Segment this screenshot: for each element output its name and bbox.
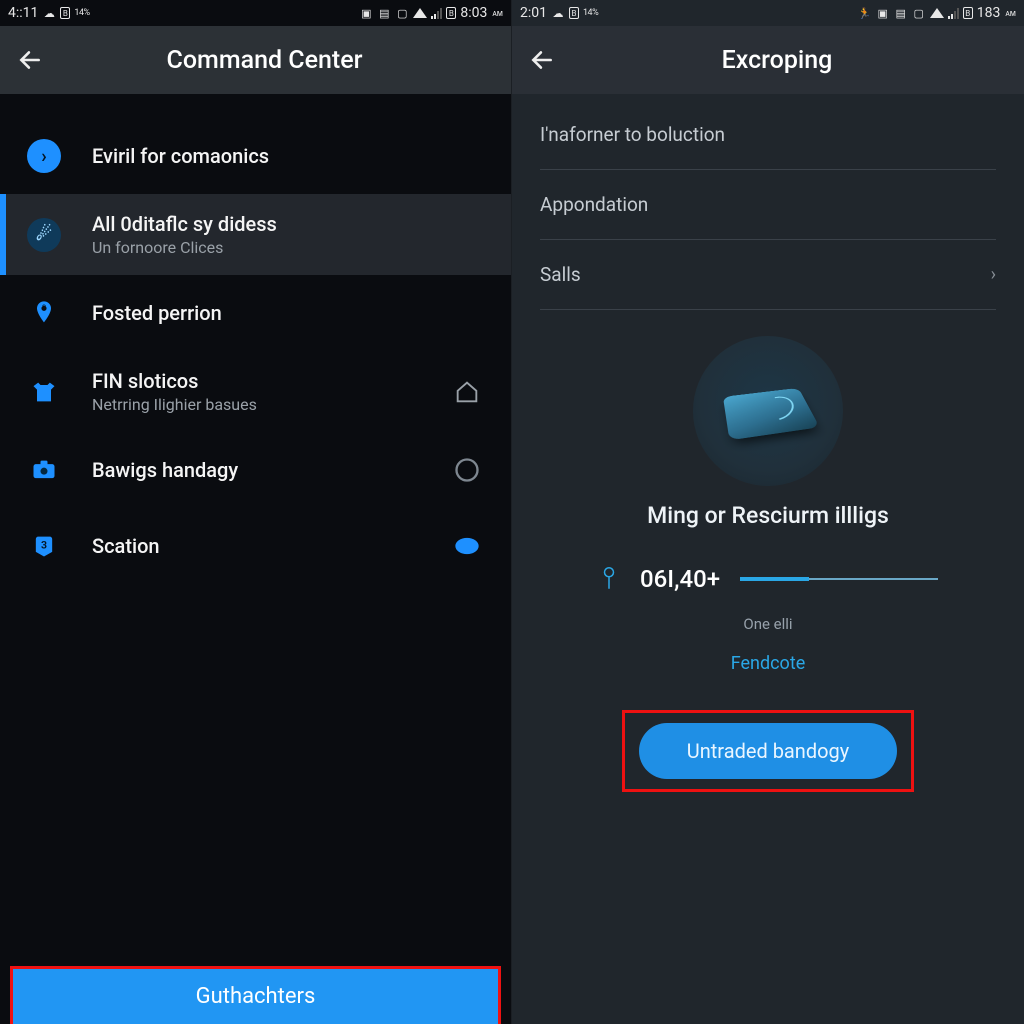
- slider-value: 06I,40+: [640, 565, 720, 593]
- menu-label: Eviril for comaonics: [92, 144, 487, 168]
- menu-item-evril[interactable]: › Eviril for comaonics: [0, 118, 511, 194]
- status-right-time: 183: [977, 5, 1001, 21]
- menu-label: FIN sloticos: [92, 369, 419, 393]
- page-title: Command Center: [74, 46, 455, 75]
- status-ampm: ᴀᴍ: [1005, 8, 1016, 19]
- wifi-icon: [413, 8, 427, 18]
- camera-icon: [24, 450, 64, 490]
- cta-highlight-box: Untraded bandogy: [622, 710, 914, 792]
- status-bar-right: 2:01 ☁ B 14% 🏃 ▣ ▤ ▢ B 183 ᴀᴍ: [512, 0, 1024, 26]
- status-right-cluster: 🏃 ▣ ▤ ▢ B 183 ᴀᴍ: [858, 5, 1016, 21]
- setting-label: Appondation: [540, 193, 996, 216]
- phone-left: 4::11 ☁ B 14% ▣ ▤ ▢ B 8:03 ᴀᴍ Command Cen…: [0, 0, 512, 1024]
- status-right-time: 8:03: [460, 5, 487, 21]
- cast-icon: ▣: [359, 6, 373, 20]
- nfc-icon: ▤: [377, 6, 391, 20]
- setting-row-inaforner[interactable]: I'naforner to boluction: [540, 100, 996, 170]
- back-arrow-icon: [529, 47, 555, 73]
- cta-label: Untraded bandogy: [687, 739, 849, 763]
- radio-off-icon[interactable]: [447, 456, 487, 484]
- wifi-icon: [930, 8, 944, 18]
- battery-icon: B: [963, 7, 973, 19]
- menu-label: Fosted perrion: [92, 301, 487, 325]
- page-title: Excroping: [586, 46, 968, 75]
- signal-icon: [431, 7, 442, 19]
- setting-label: I'naforner to boluction: [540, 123, 996, 146]
- cloud-icon: ☁: [42, 6, 56, 20]
- header-right: Excroping: [512, 26, 1024, 94]
- link-fendcote[interactable]: Fendcote: [731, 653, 806, 674]
- menu-sublabel: Netrring Ilighier basues: [92, 395, 419, 414]
- back-arrow-icon: [17, 47, 43, 73]
- menu-item-all-oditaflc[interactable]: ☄ All 0ditaflc sy didess Un fornoore Cli…: [0, 194, 511, 275]
- svg-text:3: 3: [41, 538, 47, 551]
- battery-box-icon: B: [60, 7, 70, 19]
- menu-label: Scation: [92, 534, 419, 558]
- runner-icon: 🏃: [858, 6, 872, 20]
- cta-button[interactable]: Untraded bandogy: [639, 723, 897, 779]
- status-ampm: ᴀᴍ: [492, 8, 503, 19]
- setting-row-salls[interactable]: Salls ›: [540, 240, 996, 310]
- setting-row-appondation[interactable]: Appondation: [540, 170, 996, 240]
- device-panel: Ming or Resciurm illligs 06I,40+ One ell…: [512, 336, 1024, 792]
- back-button[interactable]: [528, 46, 556, 74]
- status-right-cluster: ▣ ▤ ▢ B 8:03 ᴀᴍ: [359, 5, 503, 21]
- chevron-right-icon: ›: [991, 264, 996, 285]
- badge-icon: 3: [24, 526, 64, 566]
- status-pct: 14%: [583, 8, 598, 18]
- cloud-icon: ☁: [551, 6, 565, 20]
- bottom-button-label: Guthachters: [196, 984, 316, 1009]
- device-title: Ming or Resciurm illligs: [647, 502, 889, 529]
- phone-right: 2:01 ☁ B 14% 🏃 ▣ ▤ ▢ B 183 ᴀᴍ Excroping I…: [512, 0, 1024, 1024]
- slider-track[interactable]: [740, 578, 938, 580]
- menu-item-fosted[interactable]: ? Fosted perrion: [0, 275, 511, 351]
- sq-icon: ▢: [912, 6, 926, 20]
- status-left-cluster: 4::11 ☁ B 14%: [8, 5, 90, 21]
- menu-item-bawigs[interactable]: Bawigs handagy: [0, 432, 511, 508]
- slider-pin-icon: [598, 566, 620, 592]
- menu-label: Bawigs handagy: [92, 458, 419, 482]
- globe-icon: ☄: [24, 215, 64, 255]
- menu-sublabel: Un fornoore Clices: [92, 238, 487, 257]
- battery-icon: B: [446, 7, 456, 19]
- sq-icon: ▢: [395, 6, 409, 20]
- menu-label: All 0ditaflc sy didess: [92, 212, 487, 236]
- menu-item-fin[interactable]: FIN sloticos Netrring Ilighier basues: [0, 351, 511, 432]
- slider-sublabel: One elli: [743, 615, 792, 633]
- setting-label: Salls: [540, 263, 991, 286]
- toggle-on-icon[interactable]: [447, 532, 487, 560]
- back-button[interactable]: [16, 46, 44, 74]
- battery-box-icon: B: [569, 7, 579, 19]
- status-pct: 14%: [74, 8, 89, 18]
- settings-group: I'naforner to boluction Appondation Sall…: [512, 94, 1024, 316]
- device-illustration: [693, 336, 843, 486]
- nfc-icon: ▤: [894, 6, 908, 20]
- home-outline-icon: [447, 378, 487, 406]
- header-left: Command Center: [0, 26, 511, 94]
- menu-list: › Eviril for comaonics ☄ All 0ditaflc sy…: [0, 94, 511, 584]
- signal-icon: [948, 7, 959, 19]
- device-tile-icon: [723, 388, 820, 440]
- pin-icon: ?: [24, 293, 64, 333]
- status-time: 4::11: [8, 5, 38, 21]
- bottom-button[interactable]: Guthachters: [10, 966, 501, 1024]
- shirt-icon: [24, 372, 64, 412]
- status-time: 2:01: [520, 5, 547, 21]
- chevron-circle-icon: ›: [24, 136, 64, 176]
- status-bar-left: 4::11 ☁ B 14% ▣ ▤ ▢ B 8:03 ᴀᴍ: [0, 0, 511, 26]
- slider[interactable]: 06I,40+: [598, 565, 938, 593]
- cast-icon: ▣: [876, 6, 890, 20]
- svg-text:?: ?: [42, 303, 46, 313]
- menu-item-scation[interactable]: 3 Scation: [0, 508, 511, 584]
- status-left-cluster: 2:01 ☁ B 14%: [520, 5, 598, 21]
